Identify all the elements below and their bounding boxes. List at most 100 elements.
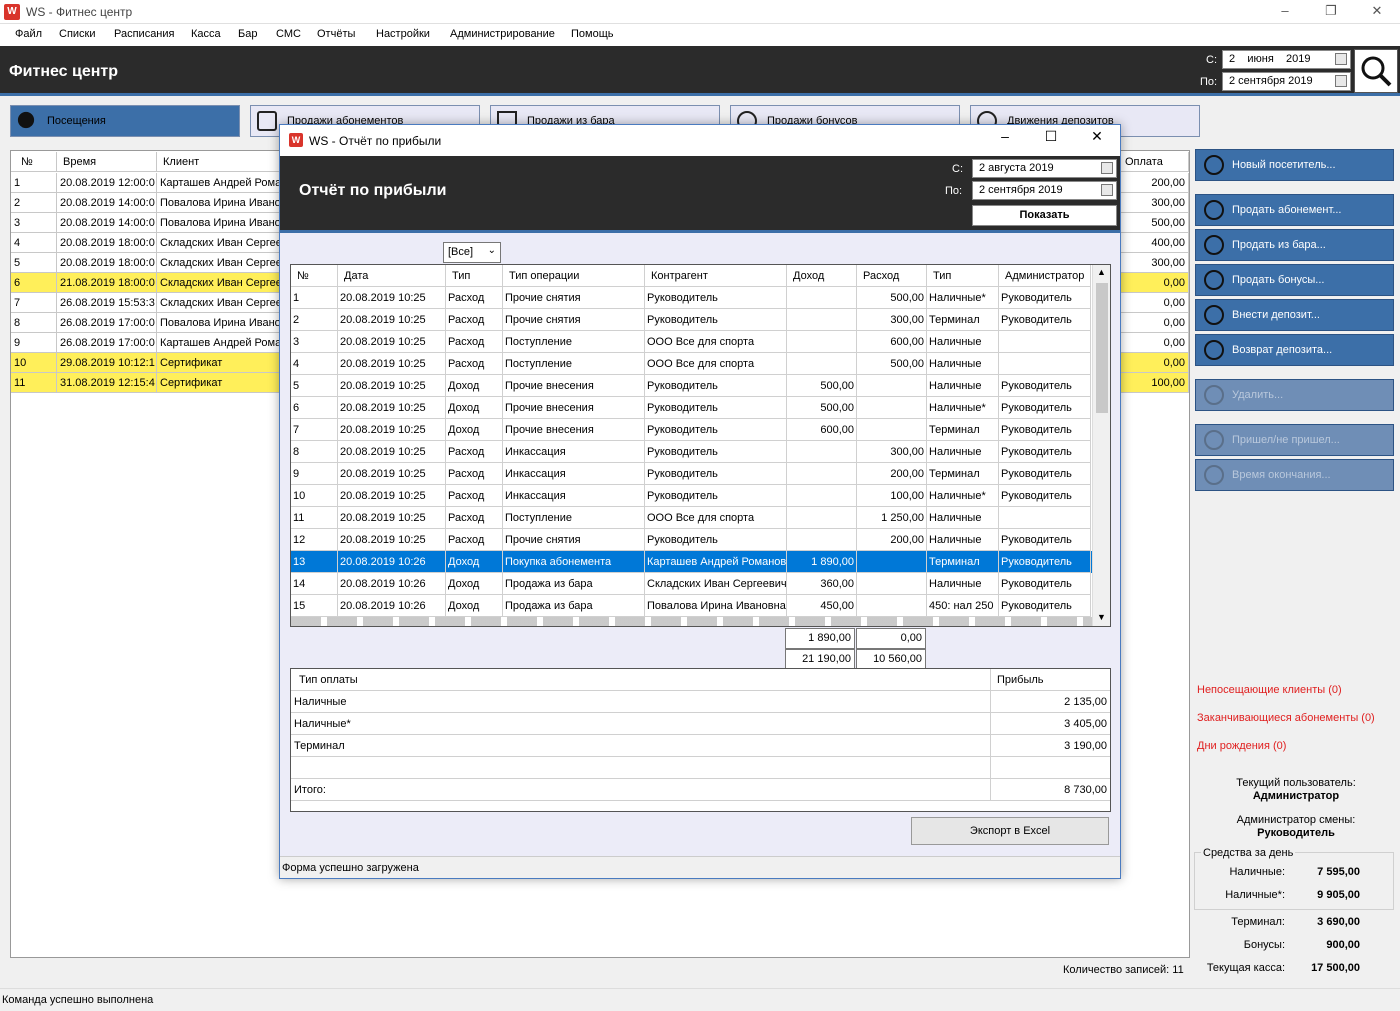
grid-cell: Наличные xyxy=(927,353,999,375)
menu-help[interactable]: Помощь xyxy=(571,28,614,40)
restore-button[interactable]: ❐ xyxy=(1308,0,1354,24)
menu-administration[interactable]: Администрирование xyxy=(450,28,555,40)
grid-cell xyxy=(857,397,927,419)
column-header[interactable]: Тип xyxy=(927,265,999,287)
payment-type-grid[interactable]: Тип оплаты Прибыль Наличные 2 135,00 Налич… xyxy=(290,668,1111,812)
grid-cell xyxy=(999,331,1091,353)
show-button[interactable]: Показать xyxy=(972,205,1117,226)
cell-client: Складских Иван Сергее xyxy=(157,233,281,253)
menu-lists[interactable]: Списки xyxy=(59,28,96,40)
close-button[interactable]: ✕ xyxy=(1074,128,1120,152)
cell-time: 26.08.2019 17:00:0 xyxy=(57,333,157,353)
report-from-date-picker[interactable]: 2 августа 2019 xyxy=(972,159,1117,178)
column-header[interactable]: № xyxy=(11,152,57,172)
grid-cell: Инкассация xyxy=(503,485,645,507)
scroll-down-icon[interactable]: ▼ xyxy=(1097,612,1106,622)
column-header[interactable]: Администратор xyxy=(999,265,1091,287)
grid-cell: Руководитель xyxy=(645,441,787,463)
funds-value: 3 690,00 xyxy=(1317,916,1360,928)
minimize-button[interactable]: – xyxy=(982,128,1028,152)
column-header[interactable]: Доход xyxy=(787,265,857,287)
sell-membership-button[interactable]: Продать абонемент... xyxy=(1195,194,1394,226)
close-button[interactable]: ✕ xyxy=(1354,0,1400,24)
column-header[interactable]: Тип операции xyxy=(503,265,645,287)
link-birthdays[interactable]: Дни рождения (0) xyxy=(1197,740,1286,752)
grid-cell: 14 xyxy=(291,573,338,595)
grid-row[interactable]: 1 20.08.2019 10:25 Расход Прочие снятия Руко… xyxy=(291,287,1092,309)
grid-cell: Руководитель xyxy=(645,287,787,309)
grid-row[interactable]: 3 20.08.2019 10:25 Расход Поступление ООО Вс… xyxy=(291,331,1092,353)
vertical-scrollbar[interactable]: ▲ ▼ xyxy=(1092,265,1110,626)
report-to-date-picker[interactable]: 2 сентября 2019 xyxy=(972,181,1117,200)
grid-row[interactable]: 12 20.08.2019 10:25 Расход Прочие снятия Рук… xyxy=(291,529,1092,551)
grid-row[interactable]: 6 20.08.2019 10:25 Доход Прочие внесения Рук… xyxy=(291,397,1092,419)
from-date-picker[interactable]: 2 июня 2019 xyxy=(1222,50,1351,69)
cell-number: 7 xyxy=(11,293,57,313)
grid-row[interactable]: 2 20.08.2019 10:25 Расход Прочие снятия Руко… xyxy=(291,309,1092,331)
column-header[interactable]: Тип xyxy=(446,265,503,287)
deposit-in-button[interactable]: Внести депозит... xyxy=(1195,299,1394,331)
grid-row[interactable]: 4 20.08.2019 10:25 Расход Поступление ООО Вс… xyxy=(291,353,1092,375)
payment-row[interactable]: Итого: 8 730,00 xyxy=(291,779,1110,801)
menu-settings[interactable]: Настройки xyxy=(376,28,430,40)
menu-bar-menu[interactable]: Бар xyxy=(238,28,257,40)
to-label: По: xyxy=(1200,76,1218,88)
grid-row[interactable]: 9 20.08.2019 10:25 Расход Инкассация Руковод… xyxy=(291,463,1092,485)
column-header[interactable]: Клиент xyxy=(157,152,281,172)
column-header[interactable]: Прибыль xyxy=(991,669,1110,691)
grid-cell: Руководитель xyxy=(999,287,1091,309)
column-header[interactable]: Дата xyxy=(338,265,446,287)
filter-select[interactable]: [Все] ⌄ xyxy=(443,242,501,263)
column-header[interactable]: Контрагент xyxy=(645,265,787,287)
to-label: По: xyxy=(945,185,963,197)
grid-row[interactable]: 14 20.08.2019 10:26 Доход Продажа из бара Ск… xyxy=(291,573,1092,595)
tab-visits[interactable]: Посещения xyxy=(10,105,240,137)
minimize-button[interactable]: – xyxy=(1262,0,1308,24)
grid-row[interactable]: 7 20.08.2019 10:25 Доход Прочие внесения Рук… xyxy=(291,419,1092,441)
sell-bonuses-button[interactable]: Продать бонусы... xyxy=(1195,264,1394,296)
scrollbar-thumb[interactable] xyxy=(1096,283,1108,413)
sell-bar-button[interactable]: Продать из бара... xyxy=(1195,229,1394,261)
grid-row[interactable]: 11 20.08.2019 10:25 Расход Поступление ООО В… xyxy=(291,507,1092,529)
search-button[interactable] xyxy=(1354,49,1398,93)
grid-row[interactable]: 5 20.08.2019 10:25 Доход Прочие внесения Рук… xyxy=(291,375,1092,397)
operations-grid[interactable]: № Дата Тип Тип операции Контрагент Доход Расхо… xyxy=(290,264,1111,627)
export-excel-button[interactable]: Экспорт в Excel xyxy=(911,817,1109,845)
grid-row[interactable]: 13 20.08.2019 10:26 Доход Покупка абонемент… xyxy=(291,551,1092,573)
column-header[interactable]: Расход xyxy=(857,265,927,287)
end-time-button[interactable]: Время окончания... xyxy=(1195,459,1394,491)
grid-row[interactable]: 8 20.08.2019 10:25 Расход Инкассация Руковод… xyxy=(291,441,1092,463)
maximize-button[interactable]: ☐ xyxy=(1028,128,1074,152)
link-inactive-clients[interactable]: Непосещающие клиенты (0) xyxy=(1197,684,1342,696)
payment-row[interactable]: Терминал 3 190,00 xyxy=(291,735,1110,757)
deposit-refund-button[interactable]: Возврат депозита... xyxy=(1195,334,1394,366)
column-header[interactable]: Оплата xyxy=(1121,152,1189,172)
column-header[interactable]: Тип оплаты xyxy=(291,669,991,691)
menu-cash[interactable]: Касса xyxy=(191,28,221,40)
grid-cell: 450: нал 250 xyxy=(927,595,999,617)
payment-row[interactable]: Наличные 2 135,00 xyxy=(291,691,1110,713)
payment-row[interactable] xyxy=(291,757,1110,779)
delete-button[interactable]: Удалить... xyxy=(1195,379,1394,411)
cell-time: 20.08.2019 14:00:0 xyxy=(57,213,157,233)
menu-file[interactable]: Файл xyxy=(15,28,42,40)
grid-row[interactable]: 10 20.08.2019 10:25 Расход Инкассация Руково… xyxy=(291,485,1092,507)
link-expiring-memberships[interactable]: Заканчивающиеся абонементы (0) xyxy=(1197,712,1375,724)
menu-schedules[interactable]: Расписания xyxy=(114,28,174,40)
funds-value: 9 905,00 xyxy=(1317,889,1360,901)
calendar-icon xyxy=(1335,53,1347,65)
current-user-value: Администратор xyxy=(1252,790,1340,802)
column-header[interactable]: № xyxy=(291,265,338,287)
column-header[interactable]: Время xyxy=(57,152,157,172)
came-not-came-button[interactable]: Пришел/не пришел... xyxy=(1195,424,1394,456)
grid-cell: Наличные xyxy=(927,529,999,551)
to-date-picker[interactable]: 2 сентября 2019 xyxy=(1222,72,1351,91)
grid-cell: 20.08.2019 10:25 xyxy=(338,287,446,309)
scroll-up-icon[interactable]: ▲ xyxy=(1097,267,1106,277)
payment-row[interactable]: Наличные* 3 405,00 xyxy=(291,713,1110,735)
menu-sms[interactable]: СМС xyxy=(276,28,301,40)
menu-reports[interactable]: Отчёты xyxy=(317,28,355,40)
grid-cell: Руководитель xyxy=(999,441,1091,463)
grid-row[interactable]: 15 20.08.2019 10:26 Доход Продажа из бара По… xyxy=(291,595,1092,617)
new-visitor-button[interactable]: Новый посетитель... xyxy=(1195,149,1394,181)
